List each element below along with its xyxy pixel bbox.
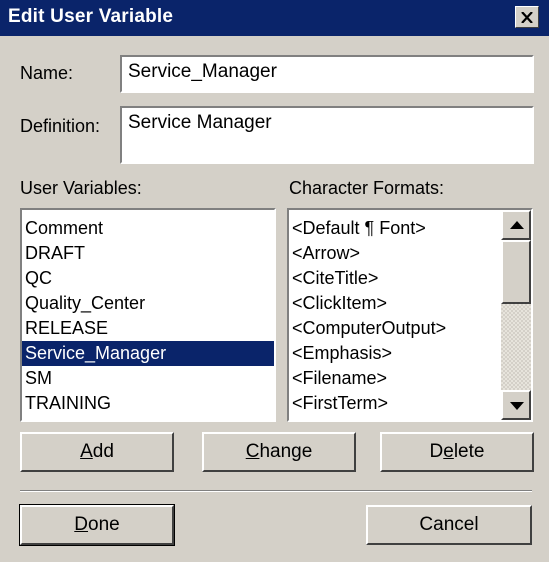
title-bar: Edit User Variable [0, 0, 549, 36]
list-item[interactable]: <Emphasis> [289, 341, 531, 366]
list-item[interactable]: <FirstTerm> [289, 391, 531, 416]
done-button[interactable]: Done [19, 504, 175, 546]
done-button-label: Done [74, 514, 120, 535]
user-variables-label: User Variables: [20, 178, 142, 198]
character-formats-list[interactable]: <Default ¶ Font> <Arrow> <CiteTitle> <Cl… [287, 208, 533, 422]
list-item[interactable]: QC [22, 266, 274, 291]
list-item[interactable]: TRAINING [22, 391, 274, 416]
list-item[interactable]: <Arrow> [289, 241, 531, 266]
list-item[interactable]: <Default ¶ Font> [289, 216, 531, 241]
list-item[interactable]: SM [22, 366, 274, 391]
close-button[interactable] [515, 6, 539, 28]
close-x-icon [521, 11, 533, 23]
cancel-button[interactable]: Cancel [366, 505, 532, 545]
list-item[interactable]: <Filename> [289, 366, 531, 391]
add-button-label: Add [80, 441, 114, 462]
change-button[interactable]: Change [202, 432, 356, 472]
list-item[interactable]: <CiteTitle> [289, 266, 531, 291]
change-button-label: Change [245, 441, 313, 462]
name-input[interactable]: Service_Manager [120, 55, 534, 93]
list-item[interactable]: Comment [22, 216, 274, 241]
add-button[interactable]: Add [20, 432, 174, 472]
window-title: Edit User Variable [8, 6, 174, 27]
vertical-scrollbar[interactable] [501, 210, 531, 420]
definition-input[interactable]: Service Manager [120, 106, 534, 164]
delete-button[interactable]: Delete [380, 432, 534, 472]
separator [20, 490, 532, 492]
list-item[interactable]: RELEASE [22, 316, 274, 341]
definition-label: Definition: [20, 116, 101, 136]
delete-button-label: Delete [429, 441, 485, 462]
list-item-selected[interactable]: Service_Manager [22, 341, 274, 366]
scroll-thumb[interactable] [501, 240, 531, 304]
list-item[interactable]: DRAFT [22, 241, 274, 266]
list-item[interactable]: Quality_Center [22, 291, 274, 316]
scroll-up-button[interactable] [501, 210, 531, 240]
character-formats-label: Character Formats: [289, 178, 445, 198]
list-item[interactable]: <ComputerOutput> [289, 316, 531, 341]
list-item[interactable]: <ClickItem> [289, 291, 531, 316]
name-label: Name: [20, 63, 74, 83]
arrow-up-icon [510, 221, 524, 229]
arrow-down-icon [510, 402, 524, 410]
user-variables-list[interactable]: Comment DRAFT QC Quality_Center RELEASE … [20, 208, 276, 422]
scroll-down-button[interactable] [501, 390, 531, 420]
